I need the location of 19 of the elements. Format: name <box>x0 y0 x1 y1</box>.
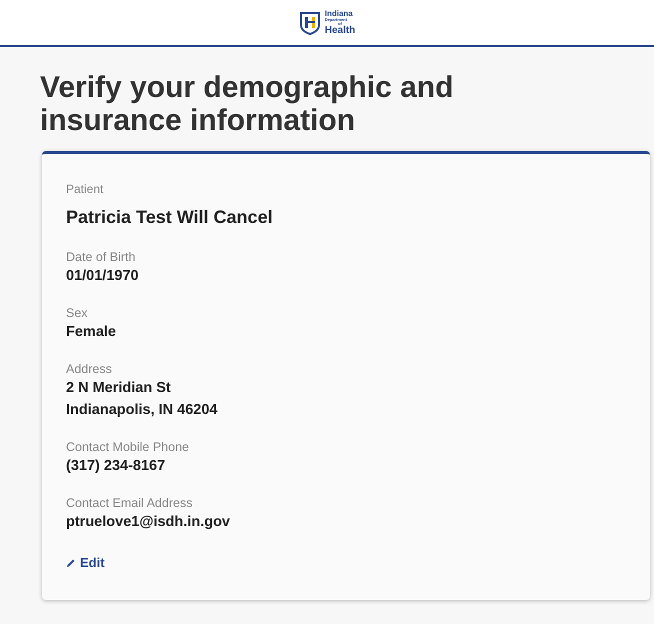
field-value: Female <box>66 323 117 342</box>
shield-logo-icon <box>298 10 321 34</box>
field-label: Sex <box>66 305 89 321</box>
field-value: 01/01/1970 <box>66 267 140 286</box>
logo-text: Indiana <box>324 10 354 18</box>
patient-name: Patricia Test Will Cancel <box>66 206 274 229</box>
logo-text: Health <box>324 26 356 36</box>
field-value: 2 N Meridian St <box>66 379 172 398</box>
edit-link[interactable]: Edit <box>66 553 105 572</box>
pencil-icon <box>66 558 76 568</box>
field-value: (317) 234-8167 <box>66 457 166 476</box>
field-value: Indianapolis, IN 46204 <box>66 401 218 420</box>
field-label: Address <box>66 361 113 377</box>
field-label: Patient <box>66 181 104 198</box>
field-label: Contact Email Address <box>66 495 194 511</box>
field-label: Date of Birth <box>66 249 136 265</box>
page-title: Verify your demographic and insurance information <box>39 70 454 137</box>
field-label: Contact Mobile Phone <box>66 439 190 455</box>
field-value: ptruelove1@isdh.in.gov <box>66 513 231 532</box>
